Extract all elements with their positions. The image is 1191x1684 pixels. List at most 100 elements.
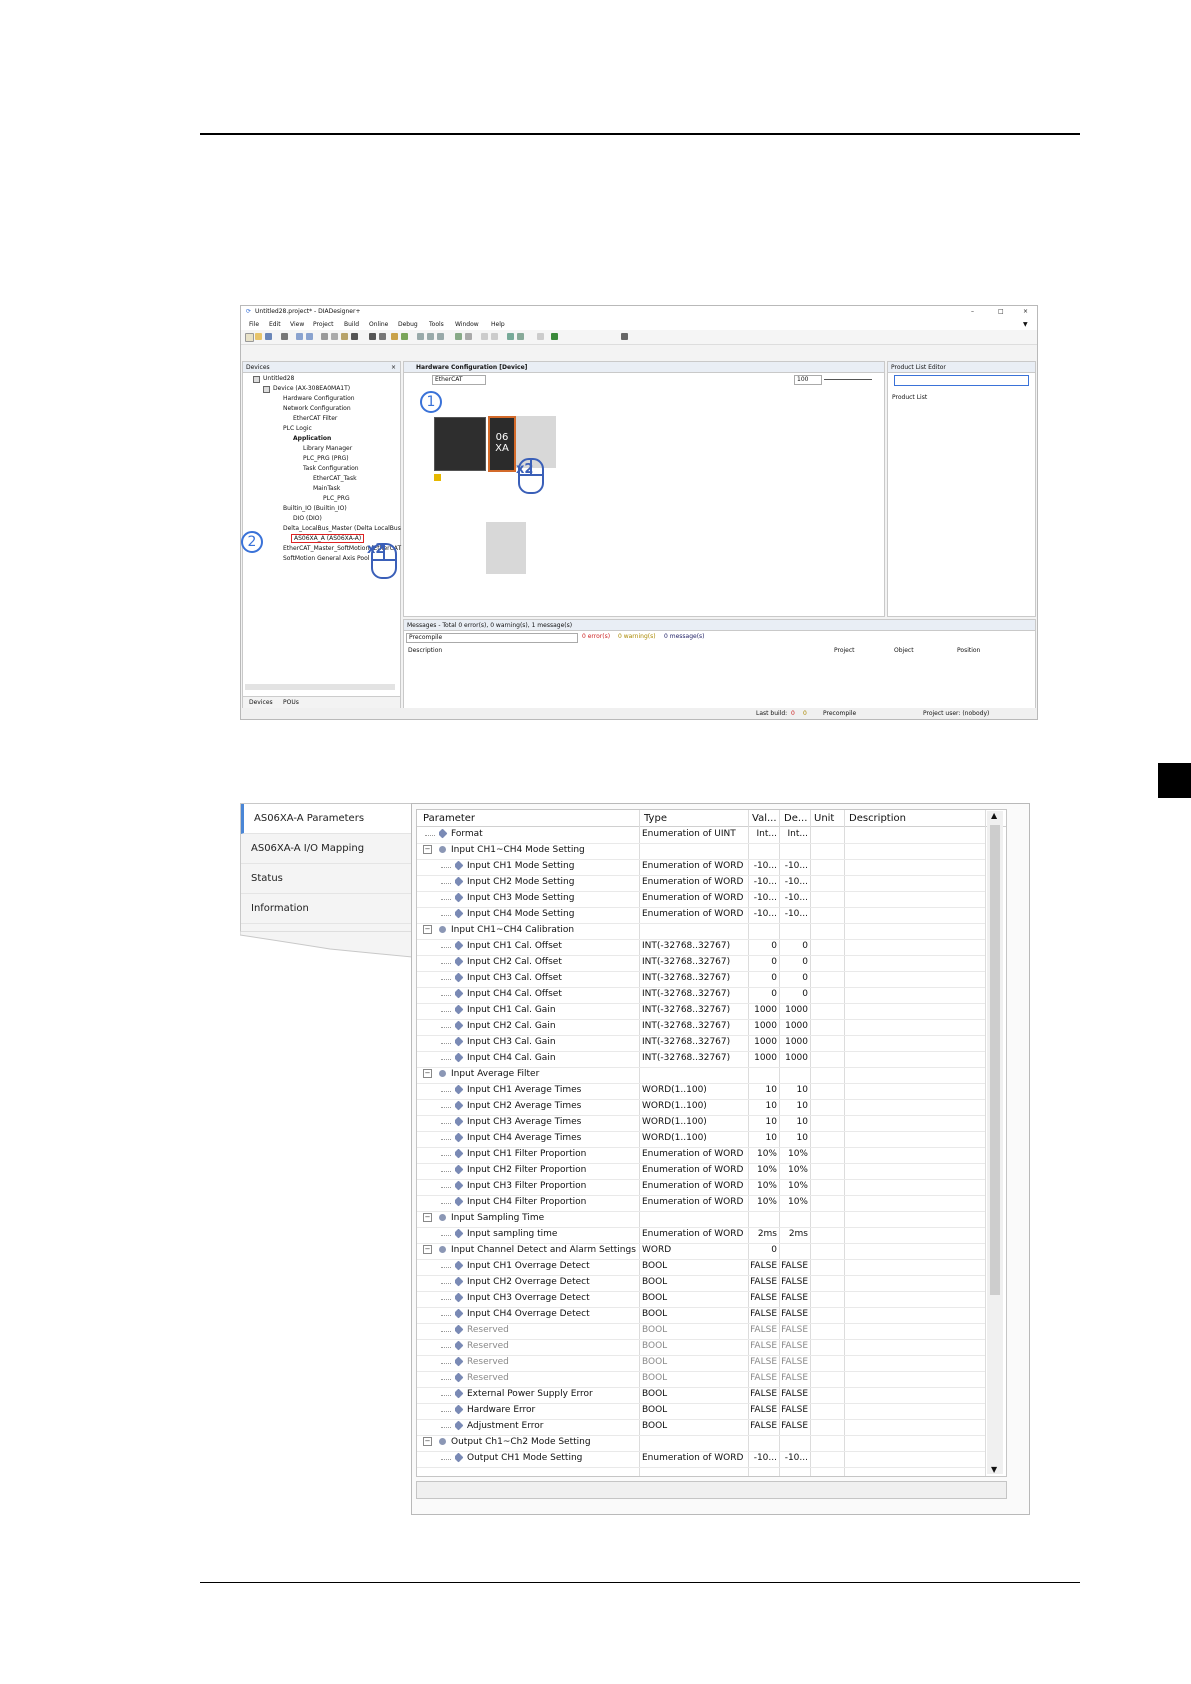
parameter-row[interactable]: Input CH4 Overrage Detect BOOL FALSE FALSE [417,1307,985,1324]
network-select[interactable]: EtherCAT [432,375,486,385]
undo-icon[interactable] [296,333,303,340]
parameter-row[interactable]: Input CH2 Overrage Detect BOOL FALSE FALSE [417,1275,985,1292]
header-type[interactable]: Type [644,813,667,824]
value-cell[interactable]: -10... [750,909,777,919]
parameter-row[interactable]: Input CH4 Cal. Gain INT(-32768..32767) 100… [417,1051,985,1068]
parameter-group-row[interactable]: − Input CH1~CH4 Mode Setting [417,843,985,860]
parameter-row[interactable]: Reserved BOOL FALSE FALSE [417,1339,985,1356]
parameter-row[interactable]: Input CH4 Mode Setting Enumeration of WOR… [417,907,985,924]
value-cell[interactable]: 2ms [750,1229,777,1239]
online-icon[interactable] [437,333,444,340]
nav-status[interactable]: Status [241,864,411,894]
product-search-input[interactable] [894,375,1029,386]
save-icon[interactable] [265,333,272,340]
nav-io-mapping[interactable]: AS06XA-A I/O Mapping [241,834,411,864]
collapse-icon[interactable]: − [423,845,432,854]
tab-pous[interactable]: POUs [283,699,299,706]
value-cell[interactable]: 10% [750,1181,777,1191]
errors-toggle[interactable]: 0 error(s) [582,633,610,640]
panel-close-icon[interactable]: × [391,364,396,371]
close-button[interactable]: × [1023,308,1028,315]
header-parameter[interactable]: Parameter [423,813,475,824]
value-cell[interactable]: 10 [750,1101,777,1111]
tree-node[interactable]: Task Configuration [303,465,359,472]
tree-node[interactable]: Library Manager [303,445,352,452]
scroll-down-icon[interactable]: ▼ [991,1465,997,1474]
step-icon[interactable] [491,333,498,340]
parameter-row[interactable]: Input CH1 Average Times WORD(1..100) 10 10 [417,1083,985,1100]
parameter-row[interactable]: Input CH2 Average Times WORD(1..100) 10 10 [417,1099,985,1116]
parameter-row[interactable]: Hardware Error BOOL FALSE FALSE [417,1403,985,1420]
new-icon[interactable] [245,333,254,342]
value-cell[interactable]: FALSE [750,1373,777,1383]
parameter-group-row[interactable]: − Input Sampling Time [417,1211,985,1228]
cut-icon[interactable] [321,333,328,340]
delete-icon[interactable] [351,333,358,340]
collapse-icon[interactable]: − [423,1437,432,1446]
parameter-row[interactable]: Input CH3 Cal. Gain INT(-32768..32767) 100… [417,1035,985,1052]
copy-icon[interactable] [331,333,338,340]
tree-node[interactable]: Hardware Configuration [283,395,355,402]
value-cell[interactable]: FALSE [750,1261,777,1271]
parameter-group-row[interactable]: − Input Channel Detect and Alarm Settings… [417,1243,985,1260]
tree-node-selected[interactable]: AS06XA_A (AS06XA-A) [291,534,365,543]
nav-parameters[interactable]: AS06XA-A Parameters [241,804,414,834]
parameter-row[interactable]: Reserved BOOL FALSE FALSE [417,1355,985,1372]
warnings-toggle[interactable]: 0 warning(s) [618,633,656,640]
tree-node[interactable]: EtherCAT Filter [293,415,337,422]
menu-window[interactable]: Window [455,321,479,328]
replace-icon[interactable] [379,333,386,340]
run-icon[interactable] [455,333,462,340]
watch-icon[interactable] [517,333,524,340]
value-cell[interactable]: -10... [750,861,777,871]
parameter-row[interactable]: Input CH4 Average Times WORD(1..100) 10 10 [417,1131,985,1148]
parameter-row[interactable]: Reserved BOOL FALSE FALSE [417,1323,985,1340]
value-cell[interactable]: 1000 [750,1037,777,1047]
value-cell[interactable]: 1000 [750,1021,777,1031]
scroll-up-icon[interactable]: ▲ [991,811,997,820]
value-cell[interactable]: 1000 [750,1005,777,1015]
messages-toggle[interactable]: 0 message(s) [664,633,705,640]
value-cell[interactable]: 10 [750,1117,777,1127]
parameter-row[interactable]: Format Enumeration of UINT Int... Int... [417,827,985,844]
nav-information[interactable]: Information [241,894,411,924]
filter-icon[interactable]: ▼ [1023,321,1028,328]
parameter-row[interactable]: Input CH3 Average Times WORD(1..100) 10 10 [417,1115,985,1132]
menu-help[interactable]: Help [491,321,505,328]
rebuild-icon[interactable] [401,333,408,340]
parameter-row[interactable]: Reserved BOOL FALSE FALSE [417,1371,985,1388]
parameter-row[interactable]: Input CH3 Filter Proportion Enumeration o… [417,1179,985,1196]
scroll-thumb[interactable] [990,825,1000,1295]
parameter-row[interactable]: Input CH2 Mode Setting Enumeration of WOR… [417,875,985,892]
tree-node[interactable]: PLC_PRG (PRG) [303,455,349,462]
value-cell[interactable]: 0 [750,957,777,967]
tree-node[interactable]: Untitled28 [263,375,294,382]
value-cell[interactable]: 10 [750,1085,777,1095]
grid-icon[interactable] [621,333,628,340]
value-cell[interactable]: 10 [750,1133,777,1143]
parameter-row[interactable]: Input CH1 Overrage Detect BOOL FALSE FALSE [417,1259,985,1276]
tree-node[interactable]: PLC Logic [283,425,312,432]
tab-devices[interactable]: Devices [249,699,273,706]
tree-node[interactable]: Network Configuration [283,405,351,412]
parameter-row[interactable]: Input CH2 Cal. Gain INT(-32768..32767) 100… [417,1019,985,1036]
vertical-scrollbar[interactable]: ▲ ▼ [987,811,1003,1474]
parameter-row[interactable]: Adjustment Error BOOL FALSE FALSE [417,1419,985,1436]
tree-node[interactable]: MainTask [313,485,340,492]
value-cell[interactable]: 0 [750,973,777,983]
menu-view[interactable]: View [290,321,304,328]
menu-file[interactable]: File [249,321,259,328]
tree-node[interactable]: DIO (DIO) [293,515,322,522]
parameter-row[interactable]: Input CH2 Filter Proportion Enumeration o… [417,1163,985,1180]
product-list-tab[interactable]: Product List [892,394,927,401]
value-cell[interactable]: -10... [750,893,777,903]
parameter-row[interactable]: Input sampling time Enumeration of WORD 2m… [417,1227,985,1244]
maximize-button[interactable]: □ [998,308,1004,315]
value-cell[interactable]: FALSE [750,1405,777,1415]
message-filter-select[interactable]: Precompile [406,633,578,643]
collapse-icon[interactable]: − [423,1069,432,1078]
minimize-button[interactable]: – [971,308,974,315]
tab-hardware-config[interactable]: Hardware Configuration [Device] [416,364,527,371]
menu-build[interactable]: Build [344,321,359,328]
build-icon[interactable] [391,333,398,340]
